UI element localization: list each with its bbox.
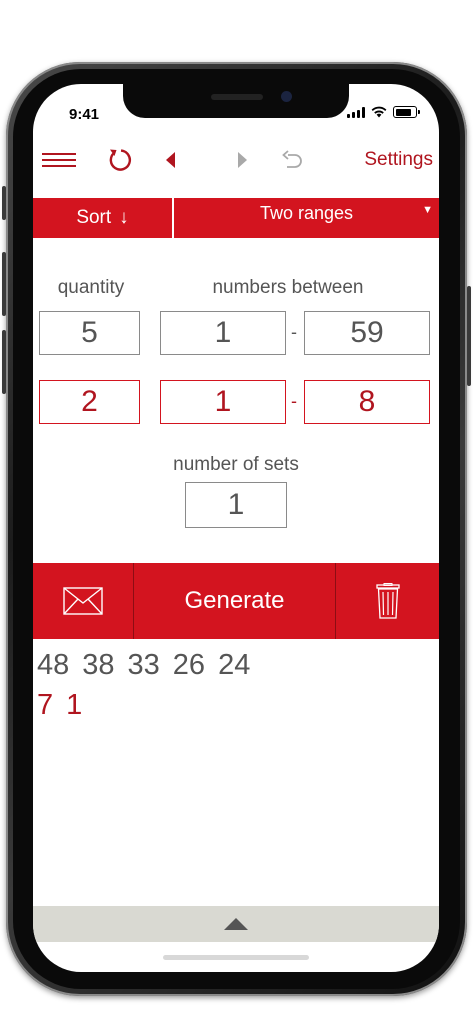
next-button[interactable]	[231, 142, 255, 178]
signal-icon	[347, 106, 365, 118]
result-line-main: 48 38 33 26 24	[37, 649, 263, 682]
mode-label: Two ranges	[259, 203, 354, 223]
range2-max-field[interactable]: 8	[304, 380, 430, 424]
menu-icon	[42, 153, 76, 167]
home-indicator[interactable]	[163, 955, 309, 960]
result-number: 38	[82, 649, 115, 681]
expand-panel-button[interactable]	[33, 906, 439, 942]
wifi-icon	[371, 106, 387, 118]
range2-min-field[interactable]: 1	[160, 380, 286, 424]
trash-icon	[375, 583, 400, 619]
quantity-field-1[interactable]: 5	[39, 311, 140, 355]
numbers-between-label: numbers between	[212, 277, 364, 298]
app-screen: 9:41 Settings Sort ↓ Two ranges ▼ quanti…	[33, 84, 439, 972]
undo-button[interactable]	[278, 142, 308, 178]
generate-button[interactable]: Generate	[134, 563, 335, 639]
menu-button[interactable]	[39, 142, 79, 178]
range1-min-field[interactable]: 1	[160, 311, 286, 355]
result-number: 24	[218, 649, 251, 681]
volume-down-button	[2, 330, 6, 394]
chevron-down-icon: ▼	[422, 204, 433, 216]
mail-icon	[63, 587, 103, 615]
next-icon	[238, 152, 247, 168]
settings-button[interactable]: Settings	[364, 149, 433, 171]
email-button[interactable]	[33, 563, 133, 639]
result-number: 26	[172, 649, 206, 681]
number-of-sets-field[interactable]: 1	[185, 482, 287, 528]
sort-label: Sort	[76, 207, 112, 228]
volume-up-button	[2, 252, 6, 316]
options-bar: Sort ↓ Two ranges ▼	[33, 198, 439, 238]
chevron-up-icon	[224, 918, 248, 930]
number-of-sets-label: number of sets	[173, 454, 299, 475]
result-line-extra: 71	[37, 689, 95, 722]
result-number: 48	[37, 649, 70, 681]
range2-separator: -	[291, 391, 297, 411]
speaker	[211, 94, 263, 100]
result-number: 1	[66, 689, 83, 721]
battery-icon	[393, 106, 420, 118]
refresh-button[interactable]	[103, 142, 137, 178]
sort-button[interactable]: Sort ↓	[33, 198, 172, 238]
prev-button[interactable]	[158, 142, 182, 178]
power-button	[467, 286, 471, 386]
notch	[123, 84, 349, 118]
result-number: 7	[37, 689, 54, 721]
undo-icon	[282, 150, 302, 168]
front-camera	[281, 91, 292, 102]
status-icons	[347, 106, 420, 118]
refresh-icon	[109, 149, 132, 171]
mode-dropdown[interactable]: Two ranges ▼	[174, 198, 439, 238]
range1-max-field[interactable]: 59	[304, 311, 430, 355]
delete-button[interactable]	[336, 563, 439, 639]
range1-separator: -	[291, 322, 297, 342]
result-number: 33	[127, 649, 160, 681]
sort-arrow-icon: ↓	[119, 207, 129, 228]
action-bar: Generate	[33, 563, 439, 639]
quantity-label: quantity	[57, 277, 125, 298]
silent-switch	[2, 186, 6, 220]
toolbar: Settings	[33, 142, 439, 178]
quantity-field-2[interactable]: 2	[39, 380, 140, 424]
status-time: 9:41	[69, 106, 100, 123]
prev-icon	[166, 152, 175, 168]
